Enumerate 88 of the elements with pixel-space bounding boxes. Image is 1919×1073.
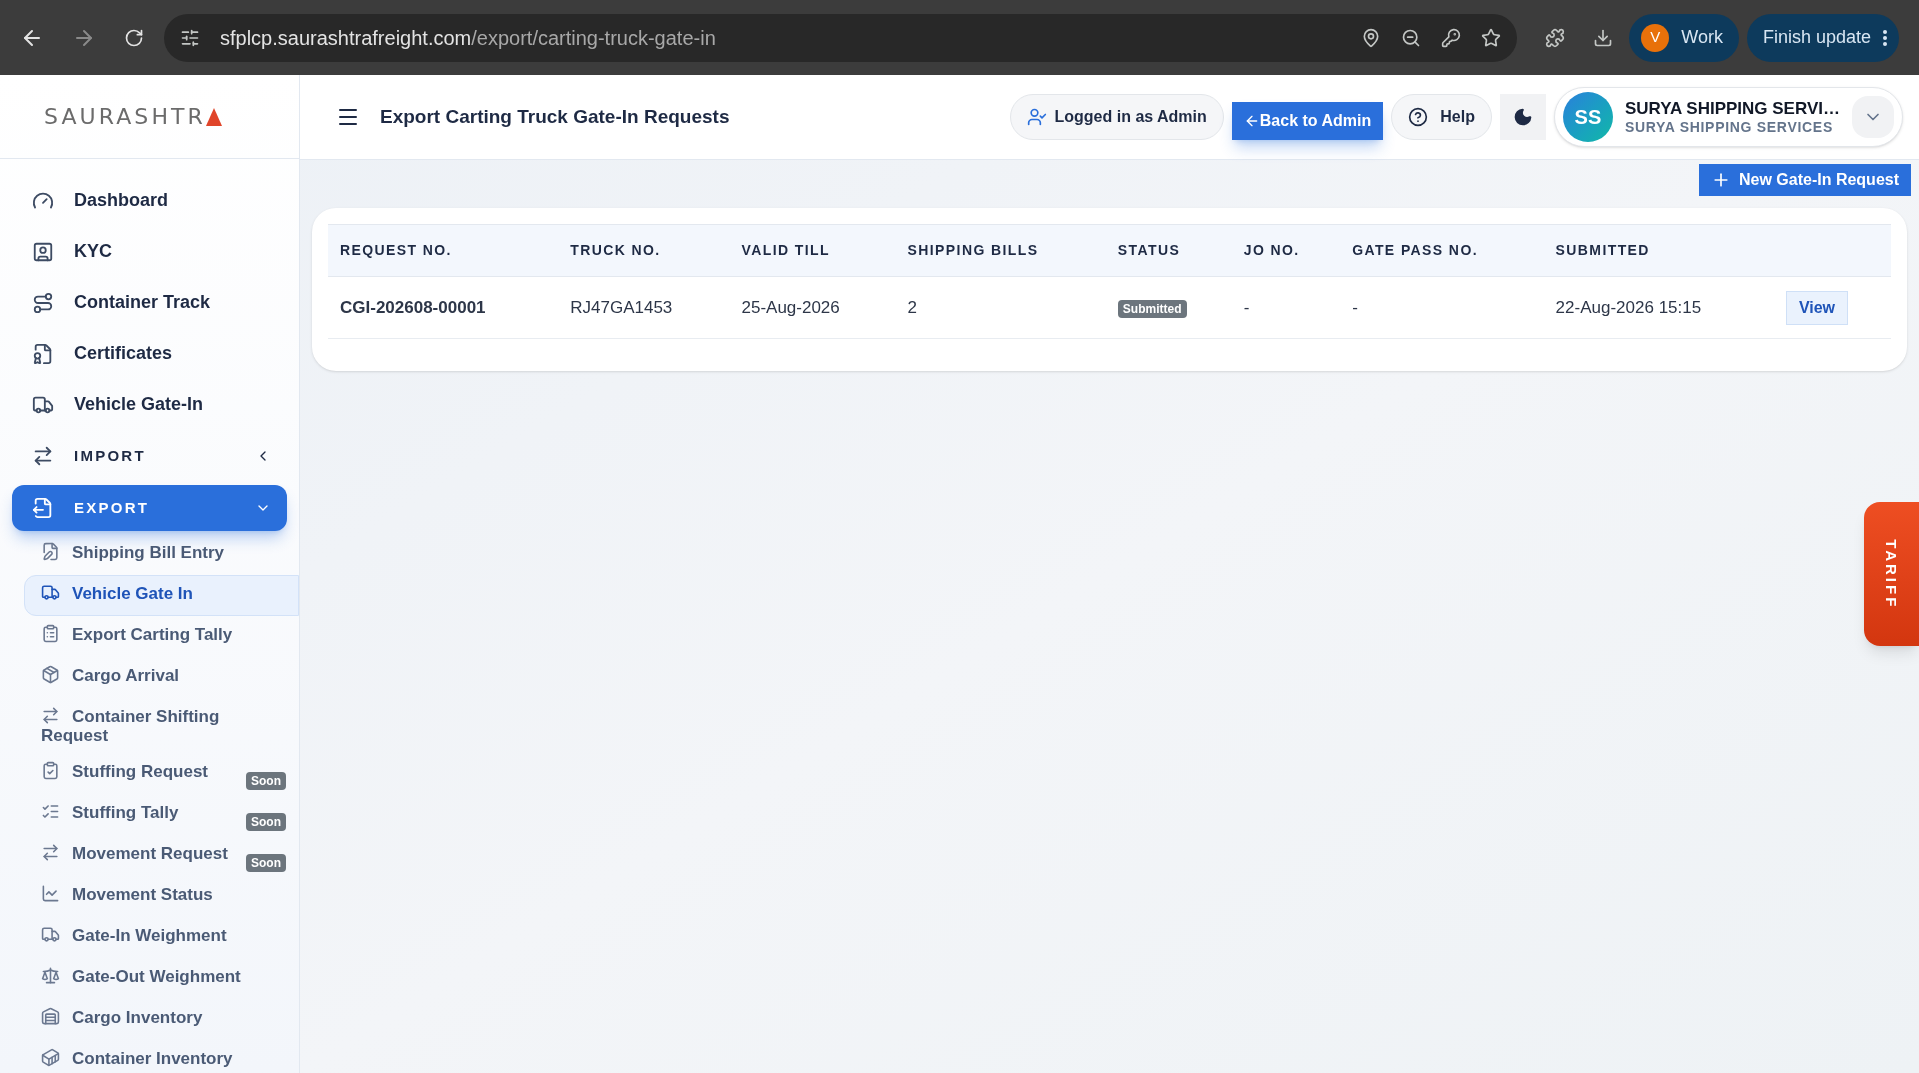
user-avatar: SS	[1562, 92, 1613, 142]
view-button[interactable]: View	[1785, 290, 1849, 325]
extensions-icon[interactable]	[1545, 27, 1566, 48]
submenu-item[interactable]: Gate-In Weighment	[24, 917, 299, 958]
nav-section[interactable]: EXPORT	[12, 485, 287, 531]
user-icon	[1026, 107, 1047, 127]
submenu-item[interactable]: Container Shifting Request	[24, 698, 299, 753]
submenu-item[interactable]: Movement Request Soon	[24, 835, 299, 876]
nav-item[interactable]: KYC	[12, 226, 287, 277]
file-export-icon	[32, 497, 54, 519]
column-header: GATE PASS NO.	[1340, 224, 1544, 277]
table-cell: -	[1231, 276, 1341, 339]
arrows-icon	[41, 843, 60, 862]
file-pen-icon	[41, 542, 60, 561]
file-badge-icon	[32, 342, 54, 365]
warehouse-icon	[41, 1007, 60, 1026]
id-card-icon	[32, 240, 54, 263]
more-icon	[1883, 29, 1887, 46]
truck-icon	[41, 583, 60, 602]
zoom-icon[interactable]	[1401, 27, 1422, 48]
column-header: SHIPPING BILLS	[895, 224, 1106, 277]
table-cell: -	[1340, 276, 1544, 339]
page-title: Export Carting Truck Gate-In Requests	[380, 104, 731, 129]
submenu-item[interactable]: Cargo Arrival	[24, 657, 299, 698]
submenu-item[interactable]: Movement Status	[24, 876, 299, 917]
logged-in-pill: Logged in as Admin	[1009, 94, 1224, 140]
table-cell: 22-Aug-2026 15:15	[1543, 276, 1774, 339]
submenu-item[interactable]: Vehicle Gate In	[24, 575, 299, 616]
bookmark-star-icon[interactable]	[1481, 27, 1502, 48]
user-company: SURYA SHIPPING SERVICES	[1624, 118, 1834, 137]
url-text: sfplcp.saurashtrafreight.com/export/carting-truck-gate-in	[220, 25, 717, 51]
nav-item[interactable]: Container Track	[12, 277, 287, 328]
soon-badge: Soon	[246, 813, 286, 831]
column-header: REQUEST NO.	[328, 224, 559, 277]
soon-badge: Soon	[246, 772, 286, 790]
column-header: SUBMITTED	[1543, 224, 1774, 277]
table-cell: 2	[895, 276, 1106, 339]
soon-badge: Soon	[246, 854, 286, 872]
table-cell: CGI-202608-00001	[328, 276, 559, 339]
user-menu[interactable]: SS SURYA SHIPPING SERVI… SURYA SHIPPING SERVICES	[1553, 87, 1903, 147]
back-to-admin-button[interactable]: Back to Admin	[1231, 102, 1384, 140]
nav-section[interactable]: IMPORT	[12, 433, 287, 479]
checklist-icon	[41, 802, 60, 821]
tariff-tab[interactable]: TARIFF	[1864, 502, 1919, 646]
help-button[interactable]: Help	[1391, 94, 1492, 140]
profile-avatar: V	[1641, 23, 1670, 52]
submenu-item[interactable]: Shipping Bill Entry	[24, 534, 299, 575]
arrows-icon	[32, 445, 54, 467]
table-cell: 25-Aug-2026	[729, 276, 896, 339]
help-icon	[1408, 107, 1429, 127]
nav-item[interactable]: Vehicle Gate-In	[12, 379, 287, 430]
column-header: TRUCK NO.	[558, 224, 730, 277]
truck-icon	[41, 925, 60, 944]
nav-item[interactable]: Dashboard	[12, 175, 287, 226]
clipboard-check-icon	[41, 761, 60, 780]
user-menu-toggle[interactable]	[1852, 96, 1894, 138]
finish-update-button[interactable]: Finish update	[1746, 13, 1899, 62]
download-icon[interactable]	[1593, 27, 1614, 48]
profile-button[interactable]: V Work	[1629, 13, 1739, 62]
site-info-icon[interactable]	[180, 27, 200, 48]
arrows-icon	[41, 706, 60, 725]
dark-mode-button[interactable]	[1499, 94, 1546, 140]
route-icon	[32, 291, 54, 314]
logo-triangle-icon	[205, 107, 222, 126]
column-header: VALID TILL	[729, 224, 896, 277]
scale-icon	[41, 966, 60, 985]
user-name: SURYA SHIPPING SERVI…	[1624, 97, 1840, 119]
submenu-item[interactable]: Export Carting Tally	[24, 616, 299, 657]
submenu-item[interactable]: Stuffing Tally Soon	[24, 794, 299, 835]
column-header: JO NO.	[1231, 224, 1341, 277]
column-header: STATUS	[1105, 224, 1232, 277]
submenu-item[interactable]: Stuffing Request Soon	[24, 753, 299, 794]
new-gate-in-request-button[interactable]: New Gate-In Request	[1698, 164, 1911, 196]
clipboard-icon	[41, 624, 60, 643]
box-icon	[41, 665, 60, 684]
submenu-item[interactable]: Gate-Out Weighment	[24, 958, 299, 999]
status-badge: Submitted	[1117, 299, 1187, 318]
nav-item[interactable]: Certificates	[12, 328, 287, 379]
submenu-item[interactable]: Container Inventory	[24, 1040, 299, 1073]
moon-icon	[1512, 107, 1533, 127]
container-icon	[41, 1048, 60, 1067]
logo-text: SAURASHTR	[44, 103, 206, 131]
address-bar[interactable]: sfplcp.saurashtrafreight.com/export/carting-truck-gate-in	[164, 13, 1518, 62]
submenu-item[interactable]: Cargo Inventory	[24, 999, 299, 1040]
reload-icon[interactable]	[124, 27, 144, 48]
key-icon[interactable]	[1441, 27, 1462, 48]
table-cell: RJ47GA1453	[558, 276, 730, 339]
line-chart-icon	[41, 884, 60, 903]
